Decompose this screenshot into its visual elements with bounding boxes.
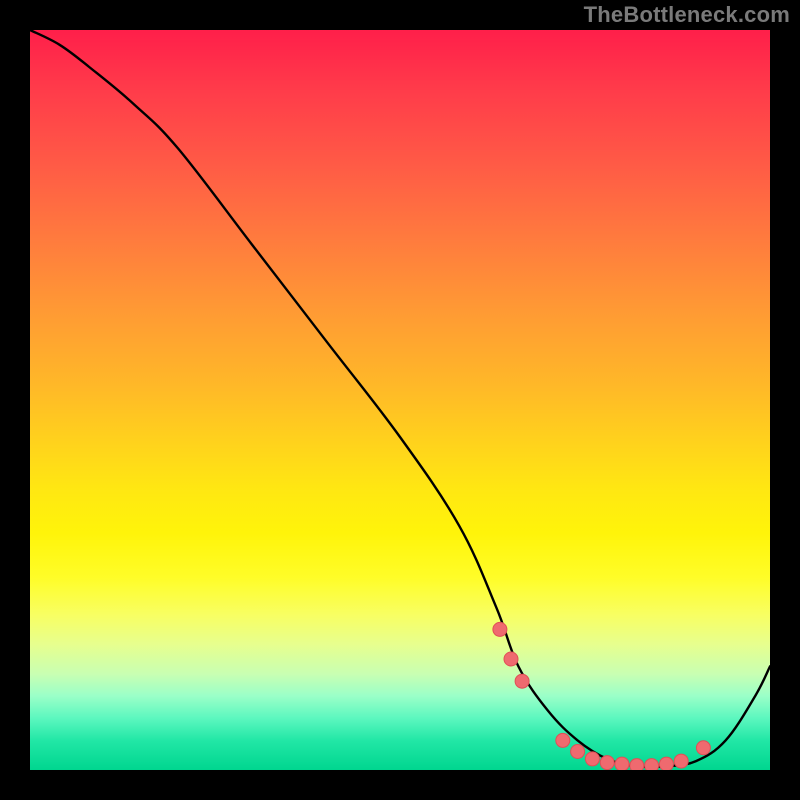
- highlight-dot: [674, 754, 688, 768]
- watermark-text: TheBottleneck.com: [584, 2, 790, 28]
- highlight-dot: [630, 759, 644, 770]
- plot-area: [30, 30, 770, 770]
- highlight-dot: [615, 757, 629, 770]
- highlight-dot: [696, 741, 710, 755]
- chart-svg: [30, 30, 770, 770]
- chart-stage: TheBottleneck.com: [0, 0, 800, 800]
- highlight-dot: [504, 652, 518, 666]
- highlight-dot: [493, 622, 507, 636]
- highlight-dot: [556, 733, 570, 747]
- highlight-dot: [515, 674, 529, 688]
- series-curve: [30, 30, 770, 767]
- highlight-dot: [600, 756, 614, 770]
- highlight-dots-group: [493, 622, 711, 770]
- highlight-dot: [585, 752, 599, 766]
- highlight-dot: [571, 745, 585, 759]
- highlight-dot: [645, 759, 659, 770]
- highlight-dot: [659, 757, 673, 770]
